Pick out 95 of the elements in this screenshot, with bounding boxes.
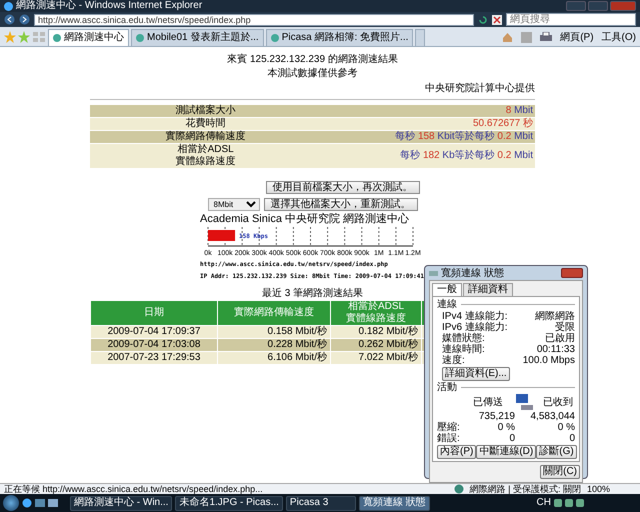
section-title: 連線 — [437, 299, 457, 310]
field-value: 受限 — [555, 322, 575, 333]
security-zone-text: 網際網路 | 受保護模式: 關閉 — [470, 484, 581, 494]
zoom-level[interactable]: 100% — [586, 484, 610, 494]
sent-value: 735,219 — [478, 411, 515, 422]
received-value: 0 — [569, 433, 575, 444]
status-text: 正在等候 http://www.ascc.sinica.edu.tw/netsrv/speed/index.php... — [4, 484, 263, 494]
sent-value: 0 — [508, 433, 515, 444]
field-value: 00:11:33 — [536, 344, 575, 355]
back-icon[interactable] — [4, 14, 15, 25]
table-cell: 2009-07-04 17:03:08 — [91, 339, 217, 352]
change-size-button[interactable]: 選擇其他檔案大小，重新測試。 — [264, 198, 418, 211]
history-title: 最近 3 筆網路測速結果 — [262, 288, 364, 300]
credit-text: 中央研究院計算中心提供 — [424, 83, 535, 95]
computers-icon — [513, 394, 533, 410]
browser-tab[interactable]: Mobile01 發表新主題於... — [131, 29, 264, 46]
table-cell: 6.106 Mbit/秒 — [218, 352, 330, 364]
dialog-button[interactable]: 內容(P) — [437, 445, 476, 459]
field-label: IPv6 連線能力: — [442, 322, 508, 333]
table-cell: 0.182 Mbit/秒 — [331, 326, 421, 338]
sent-value: 0 % — [496, 422, 515, 433]
table-cell: 2009-07-04 17:09:37 — [91, 326, 217, 338]
field-label: 壓縮: — [437, 422, 461, 433]
result-label: 相當於ADSL 實體線路速度 — [90, 144, 322, 168]
refresh-icon[interactable] — [478, 14, 488, 24]
start-button[interactable] — [3, 495, 19, 511]
grid-line — [292, 226, 294, 247]
page-heading: 來賓 125.232.132.239 的網路測速結果 — [226, 53, 399, 67]
received-label: 已收到 — [543, 396, 573, 408]
tab-label: Mobile01 發表新主題於... — [147, 32, 259, 44]
tab-label: 網路測速中心 — [64, 32, 124, 44]
taskbar-button[interactable]: Picasa 3 — [286, 496, 356, 510]
language-indicator[interactable]: CH — [536, 497, 551, 509]
table-cell: 7.022 Mbit/秒 — [331, 352, 421, 364]
page-heading: 本測試數據僅供參考 — [266, 67, 358, 81]
field-label: 連線時間: — [442, 344, 485, 355]
result-label: 測試檔案大小 — [90, 105, 322, 117]
table-cell: 0.262 Mbit/秒 — [331, 339, 421, 352]
dialog-button[interactable]: 中斷連線(D) — [476, 445, 536, 459]
retest-button[interactable]: 使用目前檔案大小，再次測試。 — [266, 181, 420, 194]
search-field[interactable]: 網頁搜尋 — [506, 13, 636, 26]
table-cell: 0.228 Mbit/秒 — [218, 339, 330, 352]
grid-line — [361, 226, 362, 247]
stop-icon[interactable] — [492, 14, 502, 24]
grid-line — [276, 226, 277, 247]
table-cell: 0.158 Mbit/秒 — [218, 326, 330, 338]
result-label: 實際網路傳輸速度 — [90, 131, 322, 143]
favorites-star-icon[interactable] — [4, 30, 16, 42]
field-value: 網際網路 — [535, 311, 575, 322]
details-button[interactable]: 詳細資料(E)... — [442, 367, 510, 381]
address-field[interactable]: http://www.ascc.sinica.edu.tw/netsrv/speed/index.php — [34, 14, 474, 26]
toolbar-menu[interactable]: 工具(O) — [602, 32, 636, 44]
grid-line — [378, 226, 380, 247]
field-value: 100.0 Mbps — [522, 355, 575, 366]
taskbar-button[interactable]: 未命名1.JPG - Picas... — [175, 496, 283, 510]
browser-tab[interactable]: Picasa 網路相簿: 免費照片... — [266, 29, 414, 46]
dialog-tab[interactable]: 詳細資料 — [463, 283, 513, 296]
field-label: 錯誤: — [437, 433, 461, 444]
result-value: 每秒 182 Kb等於每秒 0.2 Mbit — [321, 144, 535, 168]
received-value: 4,583,044 — [530, 411, 575, 422]
browser-tab[interactable]: 網路測速中心 — [48, 29, 129, 46]
grid-line — [327, 226, 328, 247]
grid-line — [395, 226, 396, 247]
graph-title: Academia Sinica 中央研究院 網路測速中心 — [200, 213, 410, 226]
grid-line — [344, 226, 346, 247]
received-value: 0 % — [558, 422, 575, 433]
grid-line — [310, 226, 311, 247]
column-header: 相當於ADSL 實體線路速度 — [331, 301, 421, 326]
grid-line — [242, 226, 243, 247]
result-label: 花費時間 — [90, 118, 322, 130]
dialog-title: 寬頻連線 狀態 — [441, 268, 504, 278]
toolbar-menu[interactable]: 網頁(P) — [560, 32, 594, 44]
result-value: 50.672677 秒 — [321, 118, 535, 130]
section-title: 活動 — [437, 382, 457, 393]
field-label: 媒體狀態: — [442, 333, 485, 344]
close-dialog-button[interactable]: 關閉(C) — [540, 465, 580, 479]
taskbar-button[interactable]: 網路測速中心 - Win... — [70, 496, 172, 510]
result-value: 每秒 158 Kbit等於每秒 0.2 Mbit — [321, 131, 535, 143]
dialog-tab[interactable]: 一般 — [432, 283, 462, 296]
sent-label: 已傳送 — [473, 396, 503, 408]
grid-line — [412, 226, 414, 247]
forward-icon[interactable] — [19, 14, 30, 25]
column-header: 實際網路傳輸速度 — [218, 301, 330, 326]
result-value: 8 Mbit — [321, 105, 535, 117]
dialog-button[interactable]: 診斷(G) — [536, 445, 577, 459]
field-label: 速度: — [442, 355, 465, 366]
grid-line — [258, 226, 260, 247]
field-value: 已啟用 — [545, 333, 575, 344]
tab-label: Picasa 網路相簿: 免費照片... — [282, 32, 408, 44]
file-size-dropdown[interactable]: 8Mbit — [208, 198, 260, 211]
table-cell: 2007-07-23 17:29:53 — [91, 352, 217, 364]
field-label: IPv4 連線能力: — [442, 311, 508, 322]
column-header: 日期 — [91, 301, 217, 326]
printer-icon[interactable] — [540, 32, 552, 43]
taskbar-button[interactable]: 寬頻連線 狀態 — [358, 496, 430, 510]
